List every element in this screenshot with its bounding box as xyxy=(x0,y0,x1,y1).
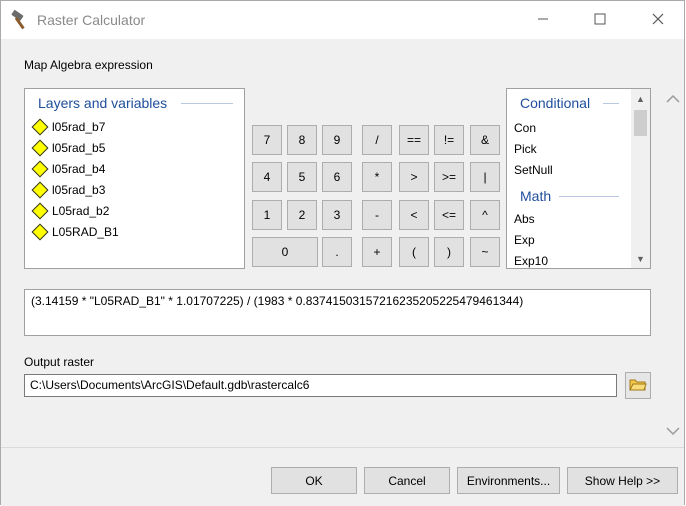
layers-title-divider xyxy=(181,103,233,104)
ok-button[interactable]: OK xyxy=(271,467,357,494)
layer-diamond-icon xyxy=(31,202,49,220)
calc-key[interactable]: ~ xyxy=(470,237,500,267)
cancel-button[interactable]: Cancel xyxy=(364,467,450,494)
function-item[interactable]: Exp xyxy=(514,233,535,247)
expression-textbox[interactable]: (3.14159 * "L05RAD_B1" * 1.01707225) / (… xyxy=(24,289,651,336)
layer-label: l05rad_b7 xyxy=(52,120,106,134)
maximize-button[interactable] xyxy=(577,1,623,39)
calc-key[interactable]: 8 xyxy=(287,125,317,155)
calc-key[interactable]: . xyxy=(322,237,352,267)
chevron-up-icon[interactable] xyxy=(666,93,680,107)
function-item[interactable]: Con xyxy=(514,121,536,135)
dialog-body: Map Algebra expression Layers and variab… xyxy=(1,39,684,447)
calc-key[interactable]: > xyxy=(399,162,429,192)
show-help-button[interactable]: Show Help >> xyxy=(567,467,678,494)
minimize-button[interactable] xyxy=(520,1,566,39)
calc-key[interactable]: < xyxy=(399,200,429,230)
calc-key[interactable]: / xyxy=(362,125,392,155)
layer-label: L05rad_b2 xyxy=(52,204,110,218)
function-item[interactable]: SetNull xyxy=(514,163,553,177)
output-raster-label: Output raster xyxy=(24,355,95,369)
chevron-down-icon[interactable] xyxy=(666,425,680,439)
calc-key[interactable]: & xyxy=(470,125,500,155)
layer-diamond-icon xyxy=(31,181,49,199)
close-button[interactable] xyxy=(635,1,681,39)
map-algebra-label: Map Algebra expression xyxy=(24,58,153,72)
scroll-down-icon[interactable]: ▼ xyxy=(632,250,649,267)
math-title: Math xyxy=(520,188,552,204)
layer-label: l05rad_b4 xyxy=(52,162,106,176)
output-raster-field[interactable]: C:\Users\Documents\ArcGIS\Default.gdb\ra… xyxy=(24,374,617,397)
conditional-title: Conditional xyxy=(520,95,591,111)
calc-key[interactable]: == xyxy=(399,125,429,155)
hammer-icon xyxy=(9,9,31,31)
function-item[interactable]: Pick xyxy=(514,142,537,156)
layer-label: l05rad_b5 xyxy=(52,141,106,155)
layer-item[interactable]: L05RAD_B1 xyxy=(31,222,119,242)
calc-key[interactable]: | xyxy=(470,162,500,192)
function-item[interactable]: Exp10 xyxy=(514,254,548,268)
layer-diamond-icon xyxy=(31,223,49,241)
maximize-icon xyxy=(594,13,606,28)
math-title-divider xyxy=(559,196,619,197)
layer-diamond-icon xyxy=(31,160,49,178)
layer-item[interactable]: l05rad_b7 xyxy=(31,117,106,137)
calc-key[interactable]: >= xyxy=(434,162,464,192)
conditional-title-divider xyxy=(603,103,619,104)
close-icon xyxy=(652,13,664,28)
calc-key[interactable]: 3 xyxy=(322,200,352,230)
layer-item[interactable]: l05rad_b3 xyxy=(31,180,106,200)
function-item[interactable]: Abs xyxy=(514,212,535,226)
layers-panel: Layers and variables l05rad_b7 l05rad_b5l… xyxy=(24,88,245,269)
calc-key[interactable]: * xyxy=(362,162,392,192)
browse-button[interactable] xyxy=(625,372,651,399)
functions-scrollbar[interactable]: ▲ ▼ xyxy=(631,89,650,268)
calc-key[interactable]: - xyxy=(362,200,392,230)
calc-key[interactable]: 9 xyxy=(322,125,352,155)
title-bar: Raster Calculator xyxy=(1,1,684,39)
layer-label: l05rad_b3 xyxy=(52,183,106,197)
functions-panel: Conditional Con Pick SetNull Math Abs Ex… xyxy=(506,88,651,269)
scroll-up-icon[interactable]: ▲ xyxy=(632,90,649,107)
calc-key[interactable]: 1 xyxy=(252,200,282,230)
calc-key[interactable]: + xyxy=(362,237,392,267)
layer-item[interactable]: l05rad_b5 xyxy=(31,138,106,158)
layer-item[interactable]: L05rad_b2 xyxy=(31,201,110,221)
window-title: Raster Calculator xyxy=(37,12,146,28)
calc-key[interactable]: 4 xyxy=(252,162,282,192)
raster-calculator-window: Raster Calculator Map Algebra expression… xyxy=(0,0,685,506)
calc-key[interactable]: 0 xyxy=(252,237,318,267)
folder-icon xyxy=(629,376,647,395)
dialog-scrollbar[interactable] xyxy=(662,81,684,445)
layers-title: Layers and variables xyxy=(38,95,168,111)
calc-key[interactable]: <= xyxy=(434,200,464,230)
layer-diamond-icon xyxy=(31,139,49,157)
layer-item[interactable]: l05rad_b4 xyxy=(31,159,106,179)
layer-diamond-icon xyxy=(31,118,49,136)
calc-key[interactable]: 6 xyxy=(322,162,352,192)
calc-key[interactable]: != xyxy=(434,125,464,155)
minimize-icon xyxy=(537,13,549,28)
calc-key[interactable]: 2 xyxy=(287,200,317,230)
calc-key[interactable]: ( xyxy=(399,237,429,267)
calc-key[interactable]: ^ xyxy=(470,200,500,230)
calc-key[interactable]: 7 xyxy=(252,125,282,155)
calc-key[interactable]: 5 xyxy=(287,162,317,192)
layer-label: L05RAD_B1 xyxy=(52,225,119,239)
scrollbar-thumb[interactable] xyxy=(634,110,647,136)
calc-key[interactable]: ) xyxy=(434,237,464,267)
button-bar: OK Cancel Environments... Show Help >> xyxy=(1,447,684,506)
environments-button[interactable]: Environments... xyxy=(457,467,560,494)
